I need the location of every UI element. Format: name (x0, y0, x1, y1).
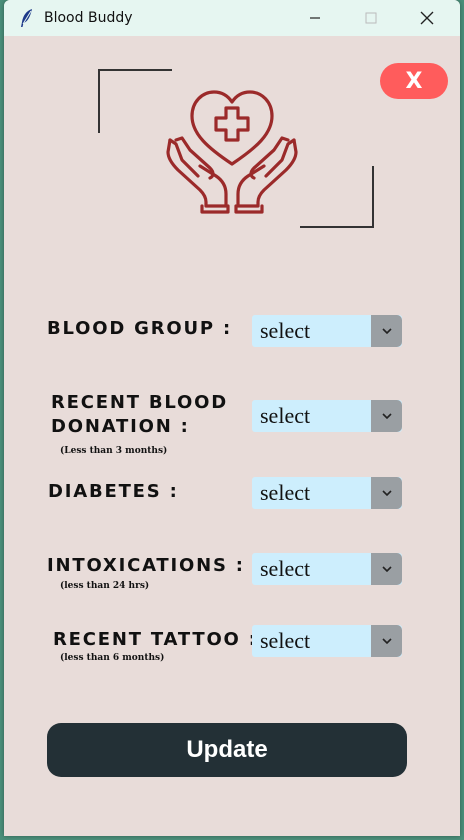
diabetes-label: DIABETES : (48, 481, 179, 502)
title-bar: Blood Buddy (4, 0, 460, 36)
chevron-down-icon[interactable] (371, 315, 402, 347)
update-button[interactable]: Update (47, 723, 407, 777)
chevron-down-icon[interactable] (371, 625, 402, 657)
blood-group-value: select (260, 318, 311, 343)
close-button[interactable]: X (380, 63, 448, 99)
feather-icon (21, 9, 32, 27)
app-window: Blood Buddy X BLOOD GROUP: select RECEN… (4, 0, 460, 836)
chevron-down-icon[interactable] (371, 400, 402, 432)
recent-tattoo-label: RECENT TATTOO : (53, 629, 258, 650)
recent-donation-select[interactable]: select (252, 400, 402, 432)
chevron-down-icon[interactable] (371, 553, 402, 585)
recent-donation-label-line2: DONATION : (51, 416, 190, 437)
recent-tattoo-hint: (less than 6 months) (60, 653, 165, 663)
window-close-button[interactable] (404, 0, 450, 36)
blood-group-label: BLOOD GROUP : (47, 318, 232, 339)
recent-donation-label-line1: RECENT BLOOD (51, 392, 228, 413)
recent-donation-value: select (260, 403, 311, 428)
chevron-down-icon[interactable] (371, 477, 402, 509)
maximize-button[interactable] (348, 0, 394, 36)
diabetes-select[interactable]: select (252, 477, 402, 509)
diabetes-value: select (260, 480, 311, 505)
intoxications-select[interactable]: select (252, 553, 402, 585)
intoxications-hint: (less than 24 hrs) (60, 581, 150, 591)
window-title: Blood Buddy (44, 10, 133, 26)
heart-cross-hands-icon (166, 90, 298, 214)
recent-donation-hint: (Less than 3 months) (60, 446, 168, 456)
minimize-icon (310, 17, 320, 19)
blood-group-select[interactable]: select (252, 315, 402, 347)
recent-tattoo-select[interactable]: select (252, 625, 402, 657)
intoxications-label: INTOXICATIONS : (47, 555, 245, 576)
frame-corner-bottom-right (300, 166, 374, 228)
close-icon (420, 11, 434, 25)
intoxications-value: select (260, 556, 311, 581)
minimize-button[interactable] (292, 0, 338, 36)
recent-tattoo-value: select (260, 628, 311, 653)
frame-corner-top-left (98, 69, 172, 133)
maximize-icon (365, 12, 377, 24)
